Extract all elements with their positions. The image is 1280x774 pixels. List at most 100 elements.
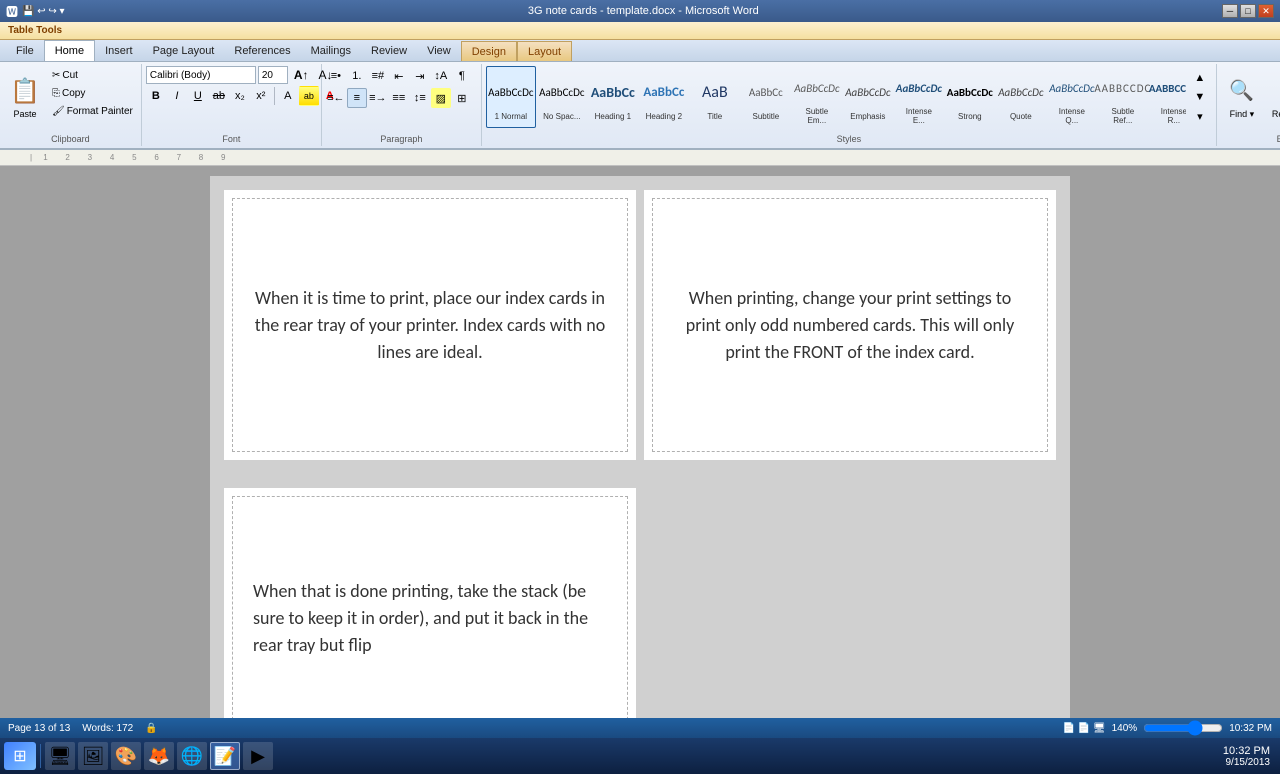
sort-button[interactable]: ↕A	[431, 66, 451, 86]
style-normal[interactable]: AaBbCcDc 1 Normal	[486, 66, 536, 128]
styles-nav: ▲ ▼ ▾	[1188, 66, 1212, 128]
card-2-outer: When printing, change your print setting…	[644, 190, 1056, 460]
style-intense-r-name: Intense R...	[1154, 107, 1186, 125]
style-subtle-em-preview: AaBbCcDc	[795, 69, 839, 107]
italic-button[interactable]: I	[167, 86, 187, 106]
style-subtle-ref[interactable]: AaBbCcDc Subtle Ref...	[1098, 66, 1148, 128]
text-highlight-button[interactable]: ab	[299, 86, 319, 106]
tab-layout[interactable]: Layout	[517, 41, 572, 61]
tab-file[interactable]: File	[6, 41, 44, 61]
font-name-box[interactable]: Calibri (Body)	[146, 66, 256, 84]
paste-button[interactable]: 📋 Paste	[4, 66, 46, 128]
shading-button[interactable]: ▨	[431, 88, 451, 108]
card-2-text[interactable]: When printing, change your print setting…	[673, 285, 1027, 366]
style-emphasis-preview: AaBbCcDc	[846, 74, 890, 112]
align-center-button[interactable]: ≡	[347, 88, 367, 108]
taskbar-sep1	[40, 744, 41, 768]
line-spacing-button[interactable]: ↕≡	[410, 88, 430, 108]
text-effect-button[interactable]: A	[278, 86, 298, 106]
minimize-button[interactable]: ─	[1222, 4, 1238, 18]
card-1-text[interactable]: When it is time to print, place our inde…	[253, 285, 607, 366]
group-editing: 🔍 Find ▾ ⇄ Replace ⌖ Select ▾ Editing	[1217, 64, 1280, 146]
status-right: 📄 📄 🖥 140% 10:32 PM	[1062, 722, 1272, 734]
style-subtle-em[interactable]: AaBbCcDc Subtle Em...	[792, 66, 842, 128]
window-controls: ─ □ ✕	[1222, 4, 1274, 18]
restore-button[interactable]: □	[1240, 4, 1256, 18]
style-quote[interactable]: AaBbCcDc Quote	[996, 66, 1046, 128]
start-button[interactable]: ⊞	[4, 742, 36, 770]
numbering-button[interactable]: 1.	[347, 66, 367, 86]
justify-button[interactable]: ≡≡	[389, 88, 409, 108]
taskbar-word[interactable]: 📝	[210, 742, 240, 770]
style-quote-name: Quote	[1010, 112, 1032, 121]
style-no-space-name: No Spac...	[543, 112, 580, 121]
styles-down-button[interactable]: ▼	[1190, 87, 1210, 106]
show-marks-button[interactable]: ¶	[452, 66, 472, 86]
para-row1: ≡• 1. ≡# ⇤ ⇥ ↕A ¶	[326, 66, 472, 86]
zoom-slider[interactable]	[1143, 722, 1223, 734]
style-subtitle[interactable]: AaBbCc Subtitle	[741, 66, 791, 128]
replace-button[interactable]: ⇄ Replace	[1265, 66, 1280, 128]
clipboard-col: ✂ Cut ⎘ Copy 🖌 Format Painter	[48, 66, 137, 120]
card-2-inner: When printing, change your print setting…	[652, 198, 1048, 452]
multilevel-button[interactable]: ≡#	[368, 66, 388, 86]
taskbar-media[interactable]: ▶	[243, 742, 273, 770]
style-subtle-em-name: Subtle Em...	[797, 107, 837, 125]
increase-indent-button[interactable]: ⇥	[410, 66, 430, 86]
tab-view[interactable]: View	[417, 41, 461, 61]
style-emphasis-name: Emphasis	[850, 112, 885, 121]
decrease-indent-button[interactable]: ⇤	[389, 66, 409, 86]
superscript-button[interactable]: x²	[251, 86, 271, 106]
style-intense-r-preview: AaBbCcDc	[1152, 69, 1186, 107]
tab-mailings[interactable]: Mailings	[301, 41, 361, 61]
format-painter-button[interactable]: 🖌 Format Painter	[48, 102, 137, 120]
tab-design[interactable]: Design	[461, 41, 517, 61]
card-1-outer: When it is time to print, place our inde…	[224, 190, 636, 460]
style-strong[interactable]: AaBbCcDc Strong	[945, 66, 995, 128]
style-emphasis[interactable]: AaBbCcDc Emphasis	[843, 66, 893, 128]
style-intense-e[interactable]: AaBbCcDc Intense E...	[894, 66, 944, 128]
borders-button[interactable]: ⊞	[452, 88, 472, 108]
style-subtle-ref-preview: AaBbCcDc	[1101, 69, 1145, 107]
taskbar-firefox[interactable]: 🦊	[144, 742, 174, 770]
style-heading1[interactable]: AaBbCc Heading 1	[588, 66, 638, 128]
page-2: When that is done printing, take the sta…	[210, 474, 1070, 718]
bullets-button[interactable]: ≡•	[326, 66, 346, 86]
tab-insert[interactable]: Insert	[95, 41, 143, 61]
sep1	[274, 87, 275, 105]
title-bar-left: 🆆 💾 ↩ ↪ ▾	[6, 3, 65, 20]
taskbar-explorer[interactable]: 🖥	[45, 742, 75, 770]
underline-button[interactable]: U	[188, 86, 208, 106]
strikethrough-button[interactable]: ab	[209, 86, 229, 106]
find-button[interactable]: 🔍 Find ▾	[1221, 66, 1263, 128]
tab-home[interactable]: Home	[44, 40, 95, 61]
style-title-preview: AaB	[693, 74, 737, 112]
title-bar: 🆆 💾 ↩ ↪ ▾ 3G note cards - template.docx …	[0, 0, 1280, 22]
tab-references[interactable]: References	[224, 41, 300, 61]
style-heading2[interactable]: AaBbCc Heading 2	[639, 66, 689, 128]
styles-more-button[interactable]: ▾	[1190, 107, 1210, 126]
close-button[interactable]: ✕	[1258, 4, 1274, 18]
subscript-button[interactable]: x₂	[230, 86, 250, 106]
grow-font-button[interactable]: A↑	[290, 66, 313, 84]
style-no-space[interactable]: AaBbCcDc No Spac...	[537, 66, 587, 128]
align-left-button[interactable]: ≡←	[326, 88, 346, 108]
tab-page-layout[interactable]: Page Layout	[143, 41, 225, 61]
styles-up-button[interactable]: ▲	[1190, 68, 1210, 87]
align-right-button[interactable]: ≡→	[368, 88, 388, 108]
tab-review[interactable]: Review	[361, 41, 417, 61]
taskbar-chrome[interactable]: 🌐	[177, 742, 207, 770]
bold-button[interactable]: B	[146, 86, 166, 106]
replace-icon: ⇄	[1274, 75, 1280, 107]
font-size-box[interactable]: 20	[258, 66, 288, 84]
style-intense-r[interactable]: AaBbCcDc Intense R...	[1149, 66, 1186, 128]
taskbar-photoshop[interactable]: 🎨	[111, 742, 141, 770]
cut-button[interactable]: ✂ Cut	[48, 66, 137, 84]
card-3-text[interactable]: When that is done printing, take the sta…	[253, 578, 607, 659]
group-clipboard: 📋 Paste ✂ Cut ⎘ Copy 🖌 Format Painter Cl…	[0, 64, 142, 146]
style-title[interactable]: AaB Title	[690, 66, 740, 128]
taskbar-lightroom[interactable]: 🖼	[78, 742, 108, 770]
style-intense-e-name: Intense E...	[899, 107, 939, 125]
style-intense-q[interactable]: AaBbCcDc Intense Q...	[1047, 66, 1097, 128]
copy-button[interactable]: ⎘ Copy	[48, 84, 137, 102]
